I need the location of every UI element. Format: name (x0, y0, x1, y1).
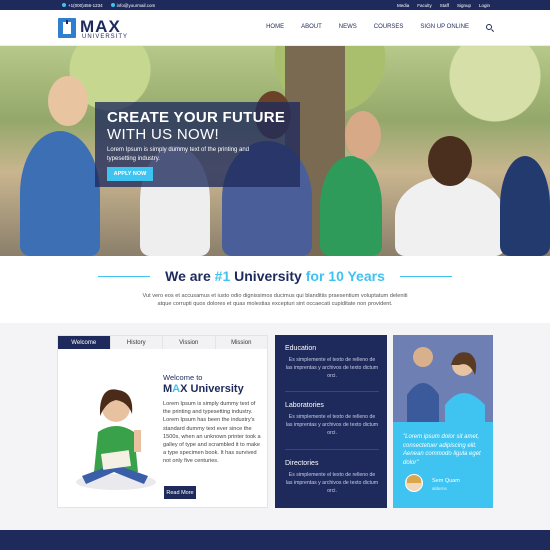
welcome-text: Lorem Ipsum is simply dummy text of the … (163, 401, 261, 465)
divider (285, 449, 379, 450)
testimonial-role: alderns (432, 486, 447, 491)
hero-subtitle: WITH US NOW! (107, 126, 219, 143)
toplink-staff[interactable]: Staff (440, 3, 449, 8)
toplink-faculty[interactable]: Faculty (417, 3, 432, 8)
title-accent: for 10 Years (305, 268, 385, 284)
title-accent: #1 (214, 268, 231, 284)
nav-courses[interactable]: COURSES (374, 24, 404, 30)
tab-history[interactable]: History (110, 336, 163, 349)
toplink-signup[interactable]: Signup (457, 3, 471, 8)
toplink-media[interactable]: Media (397, 3, 409, 8)
avatar (405, 474, 423, 492)
student-image (428, 136, 472, 186)
feature-laboratories[interactable]: Laboratories Es simplemente el texto de … (285, 402, 379, 438)
tab-vission[interactable]: Vission (163, 336, 216, 349)
phone-text: +1(000)456-1234 (68, 2, 103, 8)
nav-signup-online[interactable]: SIGN UP ONLINE (420, 24, 469, 30)
search-icon[interactable] (486, 24, 492, 30)
student-image (395, 176, 505, 256)
testimonial-card: "Lorem ipsum dolor sit amet, consectetue… (393, 422, 493, 508)
student-image (20, 131, 100, 256)
email-text: info@yourmail.com (116, 2, 156, 8)
testimonial-name: Sem Quam (432, 478, 460, 484)
welcome-pretitle: Welcome to (163, 373, 203, 382)
student-image (320, 156, 382, 256)
feature-title: Directories (285, 460, 319, 467)
phone-icon (62, 3, 66, 7)
main-nav: HOME ABOUT NEWS COURSES SIGN UP ONLINE (266, 24, 492, 30)
tab-mission[interactable]: Mission (215, 336, 267, 349)
mail-icon (110, 3, 115, 7)
title-rest: X University (180, 383, 244, 395)
read-more-button[interactable]: Read More (164, 486, 196, 499)
title-letter: M (163, 383, 173, 395)
student-photo (76, 389, 156, 490)
feature-title: Education (285, 345, 317, 352)
feature-text: Es simplemente el texto de relleno de la… (285, 357, 379, 380)
book-logo-icon[interactable] (58, 18, 76, 38)
title-part: University (230, 268, 306, 284)
top-bar: +1(000)456-1234 info@yourmail.com Media … (0, 0, 550, 10)
feature-education[interactable]: Education Es simplemente el texto de rel… (285, 345, 379, 381)
feature-text: Es simplemente el texto de relleno de la… (285, 414, 379, 437)
student-image (500, 156, 550, 256)
feature-text: Es simplemente el texto de relleno de la… (285, 472, 379, 495)
nav-home[interactable]: HOME (266, 24, 284, 30)
welcome-title: MAX University (163, 383, 244, 395)
testimonial-text: "Lorem ipsum dolor sit amet, consectetue… (403, 434, 481, 466)
tab-welcome[interactable]: Welcome (58, 336, 111, 349)
email-contact[interactable]: info@yourmail.com (110, 2, 156, 8)
features-card: Education Es simplemente el texto de rel… (275, 335, 387, 508)
footer-strip (0, 530, 550, 550)
students-photo (393, 335, 493, 422)
tab-bar: Welcome History Vission Mission (58, 336, 267, 349)
logo-subtitle: UNIVERSITY (82, 34, 129, 40)
tabs-card: Welcome History Vission Mission Welcome … (57, 335, 268, 508)
hero-title: CREATE YOUR FUTURE (107, 109, 286, 126)
section-title: We are #1 University for 10 Years (0, 268, 550, 284)
students-photo-art (393, 335, 493, 422)
feature-directories[interactable]: Directories Es simplemente el texto de r… (285, 460, 379, 496)
hero-description: Lorem Ipsum is simply dummy text of the … (107, 147, 250, 162)
student-image (345, 111, 381, 159)
site-header: MAX UNIVERSITY HOME ABOUT NEWS COURSES S… (0, 10, 550, 46)
nav-about[interactable]: ABOUT (301, 24, 322, 30)
divider (285, 391, 379, 392)
apply-now-button[interactable]: APPLY NOW (107, 167, 153, 181)
section-description: Vut vero eos et accusamus et iusto odio … (142, 293, 408, 307)
title-part: We are (165, 268, 215, 284)
student-image (48, 76, 88, 126)
phone-contact[interactable]: +1(000)456-1234 (62, 3, 103, 8)
feature-title: Laboratories (285, 402, 324, 409)
toplink-login[interactable]: Login (479, 3, 490, 8)
title-letter-accent: A (172, 383, 181, 395)
nav-news[interactable]: NEWS (339, 24, 357, 30)
